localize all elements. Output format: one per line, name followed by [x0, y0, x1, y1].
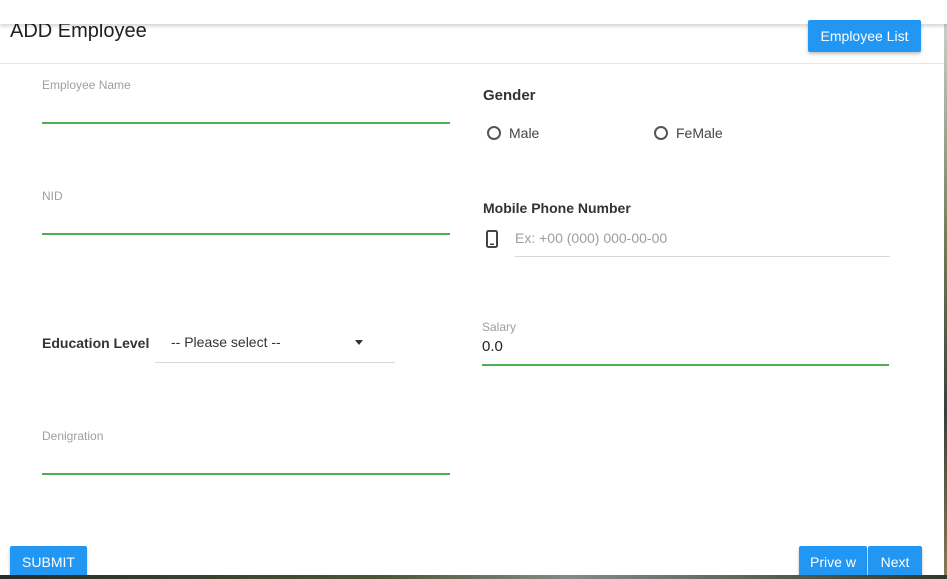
education-level-selected: -- Please select -- [171, 334, 281, 350]
smartphone-icon [486, 230, 498, 248]
salary-underline [482, 364, 889, 366]
next-button[interactable]: Next [868, 546, 922, 578]
gender-radio-male[interactable]: Male [487, 125, 539, 141]
salary-field[interactable]: Salary 0.0 [482, 320, 889, 366]
salary-label: Salary [482, 320, 517, 334]
gender-option-male-label: Male [509, 125, 540, 141]
employee-list-button[interactable]: Employee List [808, 20, 921, 52]
denigration-label: Denigration [42, 429, 104, 443]
submit-button[interactable]: SUBMIT [10, 546, 87, 578]
page-header: ADD Employee [0, 20, 947, 64]
employee-name-field[interactable]: Employee Name [42, 78, 450, 124]
preview-button[interactable]: Prive w [799, 546, 867, 578]
mobile-phone-input[interactable]: Ex: +00 (000) 000-00-00 [515, 228, 890, 257]
employee-name-label: Employee Name [42, 78, 131, 92]
nid-underline [42, 233, 450, 235]
employee-name-underline [42, 122, 450, 124]
education-level-label: Education Level [42, 335, 150, 351]
denigration-underline [42, 473, 450, 475]
mobile-phone-label: Mobile Phone Number [483, 200, 631, 216]
gender-radio-female[interactable]: FeMale [654, 125, 723, 141]
nid-field[interactable]: NID [42, 189, 450, 235]
caret-down-icon [355, 340, 363, 345]
mobile-phone-placeholder: Ex: +00 (000) 000-00-00 [515, 230, 668, 246]
radio-unchecked-icon [654, 126, 668, 140]
gender-option-female-label: FeMale [676, 125, 723, 141]
nid-label: NID [42, 189, 63, 203]
salary-value: 0.0 [482, 338, 503, 355]
radio-unchecked-icon [487, 126, 501, 140]
education-level-select[interactable]: -- Please select -- [155, 332, 395, 363]
background-edge-bottom [0, 575, 947, 579]
denigration-field[interactable]: Denigration [42, 429, 450, 475]
top-app-bar [0, 0, 947, 24]
gender-label: Gender [483, 87, 536, 104]
